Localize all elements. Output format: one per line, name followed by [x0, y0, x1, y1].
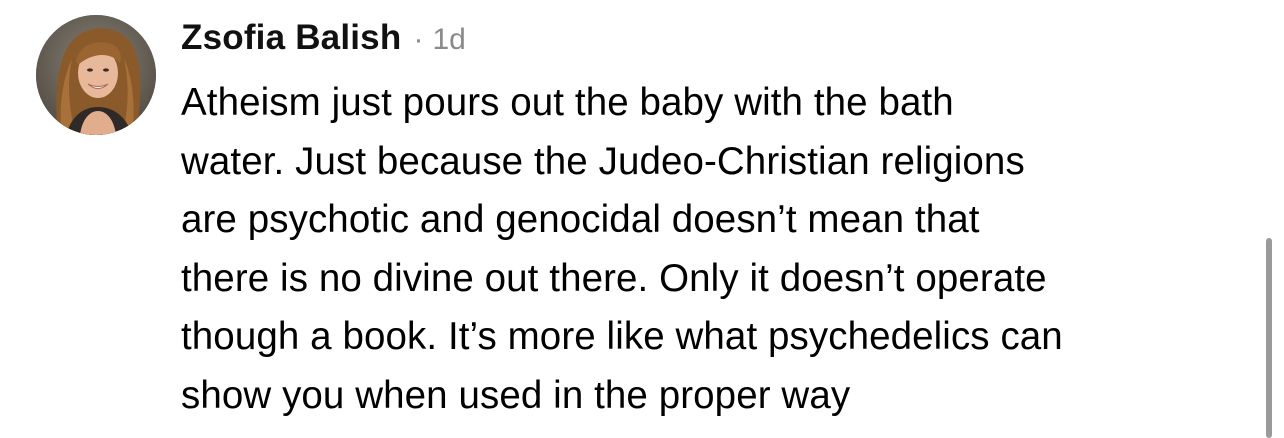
comment-header: Zsofia Balish · 1d [181, 18, 466, 62]
comment-body-line: there is no divine out there. Only it do… [181, 256, 1047, 300]
comment: Zsofia Balish · 1d Atheism just pours ou… [0, 0, 1284, 438]
comment-body-line: though a book. It’s more like what psych… [181, 315, 1063, 358]
meta-separator: · [413, 23, 424, 56]
comment-body-line: water. Just because the Judeo-Christian … [181, 139, 1025, 183]
author-name[interactable]: Zsofia Balish [181, 18, 401, 58]
comment-body-line: Atheism just pours out the baby with the… [181, 81, 954, 124]
scrollbar-thumb[interactable] [1266, 238, 1272, 438]
avatar[interactable] [36, 15, 156, 135]
avatar-photo-icon [36, 15, 156, 135]
timestamp[interactable]: 1d [432, 23, 465, 57]
comment-body-line: are psychotic and genocidal doesn’t mean… [181, 198, 980, 241]
comment-body: Atheism just pours out the baby with the… [181, 74, 1251, 425]
comment-body-line: show you when used in the proper way [181, 373, 851, 417]
